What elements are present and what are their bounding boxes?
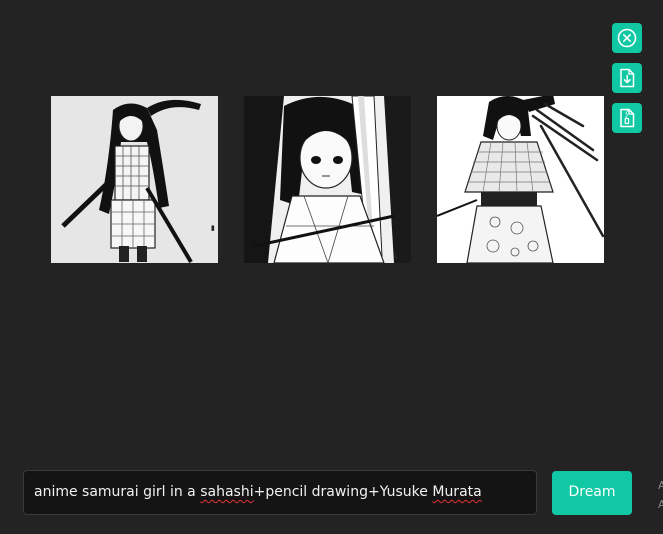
clipped-text-line: A <box>658 498 663 511</box>
file-zip-icon <box>620 108 635 128</box>
archive-button[interactable] <box>612 103 642 133</box>
close-button[interactable] <box>612 23 642 53</box>
misspelled-word: Murata <box>432 484 482 500</box>
clipped-text-line: A <box>658 479 663 492</box>
svg-text:▮: ▮ <box>394 252 398 260</box>
dream-button[interactable]: Dream <box>552 471 632 515</box>
samurai-sketch-image: ▮ <box>51 96 218 263</box>
clipped-side-text: A A <box>658 476 663 514</box>
download-button[interactable] <box>612 63 642 93</box>
generated-image-1[interactable]: ▮ <box>51 96 218 263</box>
misspelled-word: sahashi <box>200 484 254 500</box>
generated-image-2[interactable]: ▮ <box>244 96 411 263</box>
close-circle-icon <box>617 28 637 48</box>
prompt-text-middle: +pencil drawing+Yusuke <box>253 484 433 500</box>
dream-app: ▮ ▮ anime samurai girl in a sahashi+penc… <box>0 0 663 534</box>
file-download-icon <box>620 68 635 88</box>
prompt-text-start: anime samurai girl in a <box>34 484 201 500</box>
samurai-closeup-image: ▮ <box>244 96 411 263</box>
prompt-input[interactable]: anime samurai girl in a sahashi+pencil d… <box>23 470 537 515</box>
samurai-kimono-image <box>437 96 604 263</box>
svg-text:▮: ▮ <box>211 224 215 232</box>
generated-image-3[interactable] <box>437 96 604 263</box>
prompt-text[interactable]: anime samurai girl in a sahashi+pencil d… <box>34 471 482 514</box>
